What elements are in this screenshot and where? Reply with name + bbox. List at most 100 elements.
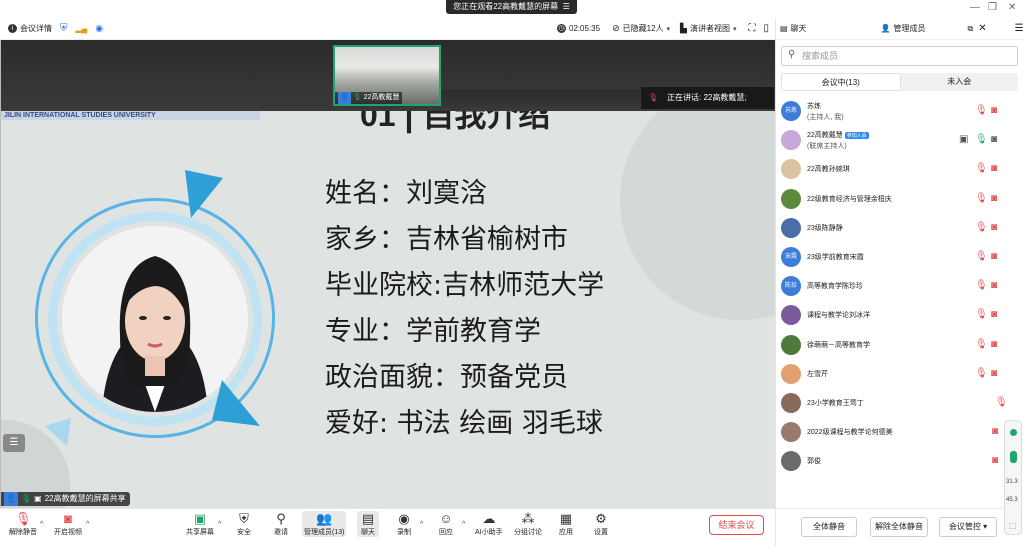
list-item[interactable]: 2022级课程与教学论何德美 ◙: [776, 418, 1024, 447]
mic-icon[interactable]: 🎙: [975, 134, 988, 145]
close-icon[interactable]: ✕: [1008, 2, 1016, 13]
chevron-up-icon[interactable]: ^: [218, 521, 221, 528]
record-button[interactable]: ◉ 录制: [396, 511, 412, 537]
mic-muted-icon[interactable]: 🎙: [975, 163, 988, 174]
video-icon[interactable]: ◙: [991, 134, 997, 145]
invite-button[interactable]: ⚲ 邀请: [273, 511, 289, 537]
tab-not-joined[interactable]: 未入会: [901, 73, 1019, 91]
start-video-button[interactable]: ◙ 开启视频: [54, 511, 82, 537]
list-item[interactable]: 23小学教育王莺丁 🎙: [776, 389, 1024, 418]
apps-button[interactable]: ▦ 应用: [558, 511, 574, 537]
status-dot: [1010, 429, 1017, 436]
meeting-details-label: 会议详情: [20, 24, 52, 33]
battery-icon: [1010, 451, 1017, 463]
member-name: 苏炼: [807, 101, 821, 111]
mic-muted-icon[interactable]: 🎙: [975, 193, 988, 204]
mic-muted-icon: 🎙: [15, 511, 32, 526]
list-item[interactable]: 左雪芹 🎙 ◙: [776, 360, 1024, 389]
video-off-icon[interactable]: ◙: [992, 426, 998, 437]
video-off-icon[interactable]: ◙: [991, 105, 997, 116]
video-off-icon[interactable]: ◙: [991, 163, 997, 174]
list-item[interactable]: 22高教孙婉琪 🎙 ◙: [776, 155, 1024, 184]
add-user-icon: ⚲: [276, 511, 286, 526]
chat-bubble-icon[interactable]: ◉: [95, 23, 103, 34]
participant-video-thumbnail[interactable]: 👤 🎙 22高教戴慧: [333, 45, 441, 106]
member-name: 23小学教育王莺丁: [807, 398, 864, 408]
video-off-icon[interactable]: ◙: [992, 455, 998, 466]
list-item[interactable]: 课程与教学论刘冰洋 🎙 ◙: [776, 301, 1024, 330]
signal-icon[interactable]: ▂▄: [76, 24, 88, 33]
fullscreen-icon[interactable]: ⛶: [748, 23, 755, 34]
video-off-icon[interactable]: ◙: [991, 280, 997, 291]
mic-muted-icon[interactable]: 🎙: [975, 368, 988, 379]
reactions-button[interactable]: ☺ 回应: [438, 511, 454, 537]
mic-muted-icon[interactable]: 🎙: [975, 105, 988, 116]
chevron-up-icon[interactable]: ^: [462, 521, 465, 528]
speaking-label: 正在讲话:: [667, 93, 702, 102]
security-button[interactable]: ⛨ 安全: [236, 511, 252, 537]
shield-icon[interactable]: ⛨: [60, 23, 68, 34]
search-input[interactable]: 搜索成员: [781, 46, 1018, 66]
mic-muted-icon[interactable]: 🎙: [975, 251, 988, 262]
maximize-icon[interactable]: ❐: [988, 2, 997, 13]
tab-members[interactable]: 管理成员: [894, 23, 954, 34]
mic-muted-icon[interactable]: 🎙: [975, 339, 988, 350]
list-item[interactable]: 23级陈静静 🎙 ◙: [776, 214, 1024, 243]
meeting-details-button[interactable]: i 会议详情: [8, 23, 52, 34]
close-icon[interactable]: ✕: [978, 23, 986, 34]
widget-icon: ⬚: [1009, 521, 1017, 530]
settings-button[interactable]: ⚙ 设置: [593, 511, 609, 537]
minimize-icon[interactable]: —: [970, 2, 980, 13]
end-meeting-button[interactable]: 结束会议: [709, 515, 764, 535]
list-item[interactable]: 苏炼 苏炼 (主持人, 我) 🎙 ◙: [776, 97, 1024, 126]
reactions-label: 回应: [439, 529, 453, 536]
chevron-up-icon[interactable]: ^: [86, 521, 89, 528]
manage-members-button[interactable]: 👥 管理成员(13): [302, 511, 347, 537]
menu-icon[interactable]: ☰: [1015, 23, 1024, 34]
hidden-people-button[interactable]: ⊘ 已隐藏12人 ▾: [612, 23, 670, 34]
breakout-button[interactable]: ⁂ 分组讨论: [514, 511, 542, 537]
tab-chat[interactable]: 聊天: [791, 23, 881, 34]
ai-assistant-button[interactable]: ☁ AI小助手: [475, 511, 503, 537]
member-name: 高等教育学陈珍珍: [807, 281, 863, 291]
chat-button[interactable]: ▤ 聊天: [357, 511, 379, 537]
unmute-button[interactable]: 🎙 解除静音: [9, 511, 37, 537]
watching-banner[interactable]: 您正在观看22高教戴慧的屏幕 ☰: [446, 0, 577, 14]
video-off-icon[interactable]: ◙: [991, 222, 997, 233]
video-off-icon[interactable]: ◙: [991, 309, 997, 320]
list-item[interactable]: 宋霞 23级学前教育宋霞 🎙 ◙: [776, 243, 1024, 272]
meeting-control-button[interactable]: 会议管控 ▾: [939, 517, 997, 537]
video-off-icon[interactable]: ◙: [991, 251, 997, 262]
chevron-down-icon: ▾: [983, 522, 988, 531]
list-item[interactable]: 22级教育经济与管理余桓庆 🎙 ◙: [776, 185, 1024, 214]
share-screen-button[interactable]: ▣ 共享屏幕: [186, 511, 214, 537]
mic-muted-icon[interactable]: 🎙: [995, 397, 1008, 408]
list-item[interactable]: 陈珍 高等教育学陈珍珍 🎙 ◙: [776, 272, 1024, 301]
popout-icon[interactable]: ⧉: [968, 24, 974, 34]
member-name-text: 高等教育学陈珍珍: [807, 283, 863, 291]
sidebar-toggle-icon[interactable]: ▯: [763, 23, 769, 34]
member-name-text: 22高教戴慧: [807, 132, 843, 140]
tab-in-meeting[interactable]: 会议中(13): [781, 73, 901, 91]
video-off-icon[interactable]: ◙: [991, 368, 997, 379]
video-off-icon[interactable]: ◙: [991, 339, 997, 350]
floating-widget[interactable]: 31.3 45.3 ⬚: [1004, 420, 1022, 535]
chevron-up-icon[interactable]: ^: [420, 521, 423, 528]
list-item[interactable]: 22高教戴慧 参加入会 (联席主持人) ▣ 🎙 ◙: [776, 126, 1024, 155]
mic-muted-icon[interactable]: 🎙: [975, 280, 988, 291]
video-off-icon[interactable]: ◙: [991, 193, 997, 204]
list-item[interactable]: 徐萌萌－高等教育学 🎙 ◙: [776, 331, 1024, 360]
list-icon[interactable]: ☰: [3, 434, 25, 452]
chevron-up-icon[interactable]: ^: [40, 521, 43, 528]
unmute-all-button[interactable]: 解除全体静音: [870, 517, 928, 537]
eye-off-icon: ⊘: [612, 23, 620, 33]
screen-share-tag: 👤 🎙 ▣ 22高教戴慧的屏幕共享: [0, 492, 130, 506]
mute-all-button[interactable]: 全体静音: [801, 517, 857, 537]
chat-label: 聊天: [361, 529, 375, 536]
mic-muted-icon[interactable]: 🎙: [975, 309, 988, 320]
view-mode-button[interactable]: ▙ 演讲者视图 ▾: [680, 23, 736, 34]
reaction-icon: ☺: [439, 511, 453, 526]
list-item[interactable]: 郭俊 ◙: [776, 447, 1024, 476]
screen-share-icon[interactable]: ▣: [959, 134, 968, 145]
mic-muted-icon[interactable]: 🎙: [975, 222, 988, 233]
